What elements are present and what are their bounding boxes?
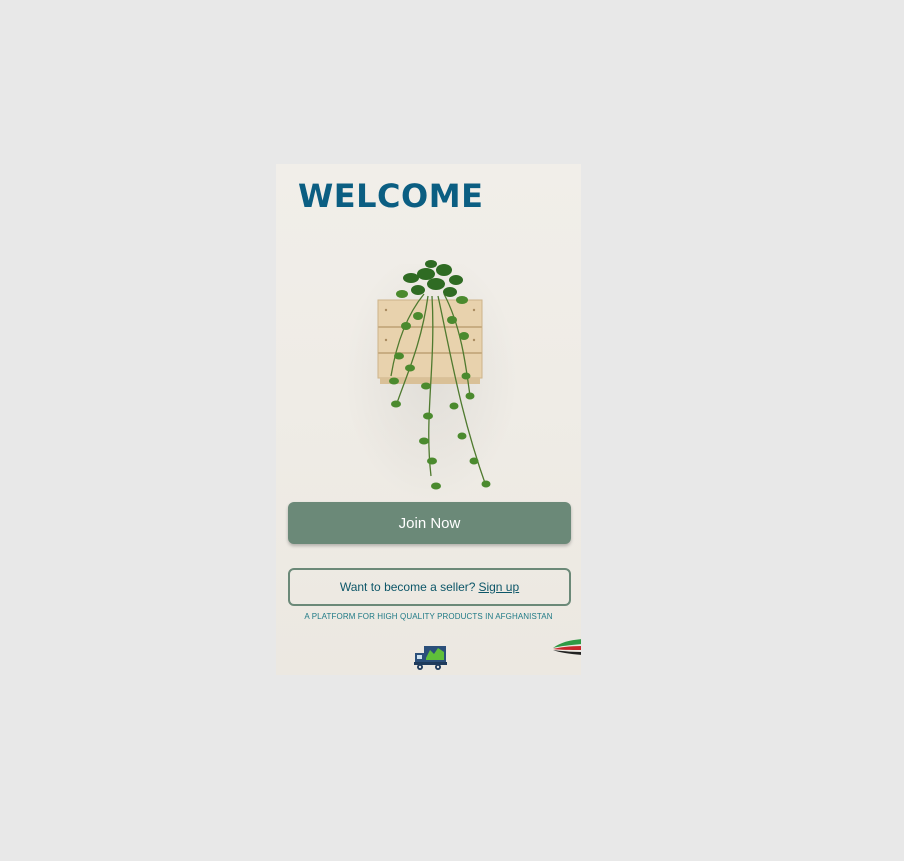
join-now-label: Join Now bbox=[398, 514, 461, 532]
flag-swoosh-icon bbox=[553, 639, 581, 655]
seller-prompt-text: Want to become a seller? bbox=[339, 580, 476, 594]
seller-signup-box: Want to become a seller? Sign up bbox=[288, 568, 571, 606]
tagline: A PLATFORM FOR HIGH QUALITY PRODUCTS IN … bbox=[304, 612, 553, 621]
join-now-button[interactable]: Join Now bbox=[288, 502, 571, 544]
welcome-screen: WELCOME Join Now Want to become a seller… bbox=[276, 164, 581, 675]
delivery-truck-icon bbox=[414, 646, 447, 670]
hanging-plant-icon bbox=[377, 260, 491, 490]
sign-up-link[interactable]: Sign up bbox=[478, 580, 519, 594]
welcome-title: WELCOME bbox=[298, 177, 484, 215]
